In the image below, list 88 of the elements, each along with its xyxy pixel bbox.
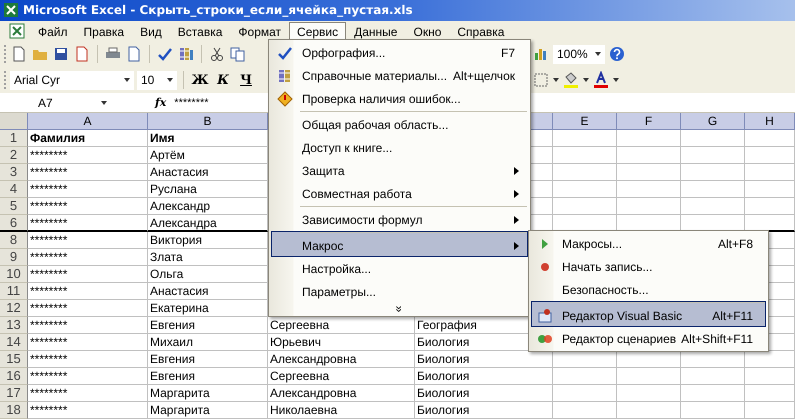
- menu-item[interactable]: Справочные материалы... Alt+щелчок: [271, 64, 528, 87]
- table-cell: ********: [28, 249, 148, 266]
- menu-item[interactable]: Правка: [76, 22, 132, 41]
- row-header[interactable]: 13: [0, 317, 28, 334]
- table-cell: ********: [28, 164, 148, 181]
- italic-button[interactable]: К: [213, 72, 233, 88]
- menu-item[interactable]: Доступ к книге...: [271, 136, 528, 159]
- menu-item[interactable]: Файл: [30, 22, 76, 41]
- column-header[interactable]: F: [617, 113, 681, 130]
- table-cell: Александровна: [268, 351, 415, 368]
- formula-field[interactable]: ********: [174, 96, 209, 108]
- row-header[interactable]: 6: [0, 215, 28, 232]
- table-cell: ********: [28, 232, 148, 249]
- menu-item[interactable]: Окно: [405, 22, 450, 41]
- table-cell: Биология: [415, 402, 553, 419]
- function-button[interactable]: fx: [155, 96, 166, 109]
- table-cell: ********: [28, 300, 148, 317]
- column-header[interactable]: E: [553, 113, 617, 130]
- column-header[interactable]: H: [745, 113, 795, 130]
- column-header[interactable]: B: [148, 113, 268, 130]
- menu-item[interactable]: Макрос: [271, 231, 528, 257]
- menu-item[interactable]: Защита: [271, 159, 528, 182]
- row-header[interactable]: 4: [0, 181, 28, 198]
- table-cell: ********: [28, 215, 148, 232]
- row-header[interactable]: 2: [0, 147, 28, 164]
- table-cell: ********: [28, 198, 148, 215]
- row-header[interactable]: 9: [0, 249, 28, 266]
- window-title: Microsoft Excel - Скрыть_строки_если_ячейка_пустая.xls: [23, 3, 413, 18]
- row-header[interactable]: 18: [0, 402, 28, 419]
- table-cell: ********: [28, 266, 148, 283]
- table-cell: Юрьевич: [268, 334, 415, 351]
- bold-button[interactable]: Ж: [190, 72, 210, 88]
- table-cell: Евгения: [148, 368, 268, 385]
- menu-item[interactable]: Орфография... F7: [271, 41, 528, 64]
- table-cell: Сергеевна: [268, 368, 415, 385]
- menu-item[interactable]: Безопасность...: [531, 278, 766, 301]
- menu-item[interactable]: Редактор Visual Basic Alt+F11: [531, 301, 766, 327]
- menu-item[interactable]: Настройка...: [271, 257, 528, 280]
- menu-item[interactable]: Совместная работа: [271, 182, 528, 205]
- menu-item[interactable]: Сервис: [289, 22, 346, 41]
- table-cell: ********: [28, 351, 148, 368]
- row-header[interactable]: 17: [0, 385, 28, 402]
- menu-item[interactable]: Общая рабочая область...: [271, 110, 528, 136]
- table-cell: Евгения: [148, 351, 268, 368]
- menu-item[interactable]: Вставка: [170, 22, 230, 41]
- row-header[interactable]: 3: [0, 164, 28, 181]
- menu-item[interactable]: Справка: [449, 22, 512, 41]
- table-cell: Маргарита: [148, 402, 268, 419]
- menu-item[interactable]: Проверка наличия ошибок...: [271, 87, 528, 110]
- row-header[interactable]: 10: [0, 266, 28, 283]
- table-cell: ********: [28, 147, 148, 164]
- table-cell: Евгения: [148, 317, 268, 334]
- table-cell: ********: [28, 368, 148, 385]
- font-combo[interactable]: Arial Cyr: [10, 70, 134, 90]
- menu-item[interactable]: Данные: [346, 22, 406, 41]
- menu-item[interactable]: Зависимости формул: [271, 205, 528, 231]
- menu-item[interactable]: Вид: [132, 22, 170, 41]
- row-header[interactable]: 16: [0, 368, 28, 385]
- zoom-combo[interactable]: 100%: [553, 44, 605, 64]
- table-cell: Маргарита: [148, 385, 268, 402]
- table-cell: Биология: [415, 368, 553, 385]
- table-cell: ********: [28, 283, 148, 300]
- table-cell: Биология: [415, 385, 553, 402]
- column-header[interactable]: G: [681, 113, 745, 130]
- underline-button[interactable]: Ч: [236, 72, 256, 88]
- table-cell: ********: [28, 334, 148, 351]
- font-size-combo[interactable]: 10: [137, 70, 177, 90]
- row-header[interactable]: 8: [0, 232, 28, 249]
- name-box[interactable]: A7: [0, 93, 115, 112]
- row-header[interactable]: 14: [0, 334, 28, 351]
- table-cell: Фамилия: [28, 130, 148, 147]
- row-header[interactable]: 5: [0, 198, 28, 215]
- table-cell: ********: [28, 402, 148, 419]
- table-cell: Александровна: [268, 385, 415, 402]
- table-cell: ********: [28, 181, 148, 198]
- row-header[interactable]: 11: [0, 283, 28, 300]
- menu-item[interactable]: Параметры...: [271, 280, 528, 303]
- table-cell: ********: [28, 317, 148, 334]
- column-header[interactable]: A: [28, 113, 148, 130]
- row-header[interactable]: 1: [0, 130, 28, 147]
- menu-item[interactable]: Макросы... Alt+F8: [531, 232, 766, 255]
- row-header[interactable]: 15: [0, 351, 28, 368]
- menu-item[interactable]: Формат: [230, 22, 290, 41]
- table-cell: ********: [28, 385, 148, 402]
- table-cell: Михаил: [148, 334, 268, 351]
- menu-item[interactable]: Начать запись...: [531, 255, 766, 278]
- row-header[interactable]: 12: [0, 300, 28, 317]
- table-cell: Николаевна: [268, 402, 415, 419]
